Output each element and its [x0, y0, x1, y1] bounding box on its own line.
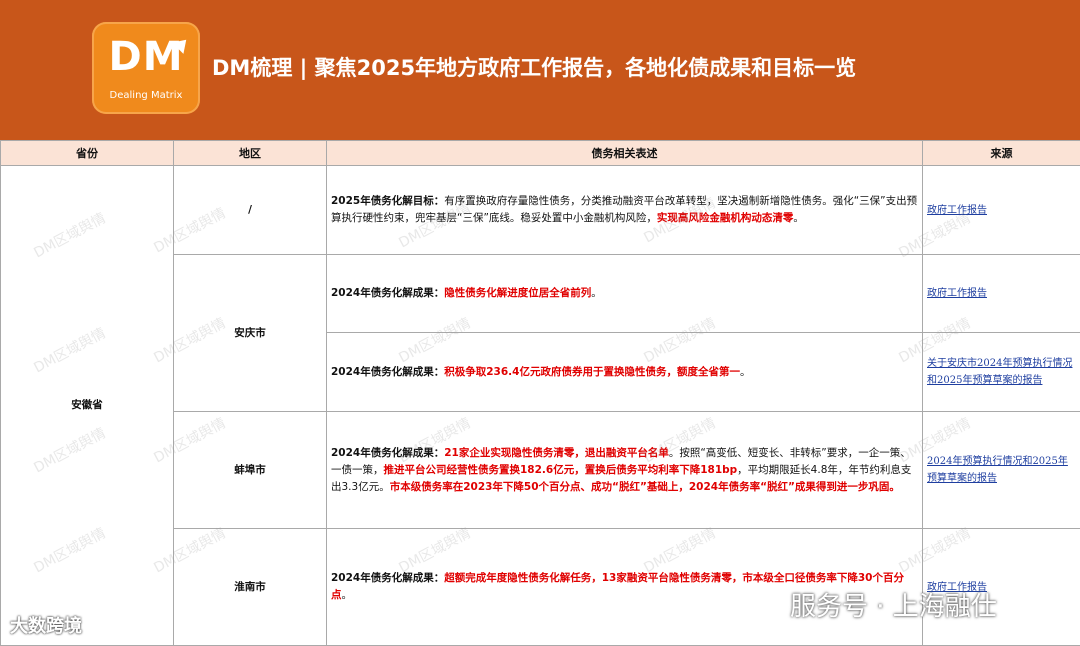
- province-cell: 安徽省: [1, 166, 174, 646]
- wechat-service-watermark: 服务号 · 上海融仕: [752, 586, 997, 623]
- source-cell: 政府工作报告: [923, 255, 1080, 333]
- table-row: 安徽省 / 2025年债务化解目标：有序置换政府存量隐性债务，分类推动融资平台改…: [1, 166, 1080, 255]
- source-link[interactable]: 政府工作报告: [927, 288, 987, 299]
- description-tail: 。: [591, 287, 602, 299]
- description-tail: 。: [793, 212, 804, 224]
- description-highlight: 推进平台公司经营性债务置换182.6亿元，置换后债务平均利率下降181bp: [384, 464, 738, 476]
- description-label: 2024年债务化解成果：: [331, 366, 444, 378]
- source-cell: 2024年预算执行情况和2025年预算草案的报告: [923, 412, 1080, 529]
- source-link[interactable]: 2024年预算执行情况和2025年预算草案的报告: [927, 456, 1068, 484]
- region-cell: 安庆市: [174, 255, 327, 412]
- description-label: 2024年债务化解成果：: [331, 447, 444, 459]
- header-banner: DM Dealing Matrix DM梳理 | 聚焦2025年地方政府工作报告…: [0, 0, 1080, 140]
- description-highlight: 市本级债务率在2023年下降50个百分点、成功“脱红”基础上，2024年债务率“…: [390, 481, 900, 493]
- description-highlight: 积极争取236.4亿元政府债券用于置换隐性债务，额度全省第一: [444, 366, 740, 378]
- region-cell: 淮南市: [174, 529, 327, 646]
- dm-logo: DM Dealing Matrix: [92, 22, 200, 114]
- header-source: 来源: [923, 141, 1080, 166]
- description-cell: 2024年债务化解成果：21家企业实现隐性债务清零，退出融资平台名单。按照“高变…: [327, 412, 923, 529]
- bottom-left-watermark: 大数跨境: [10, 612, 82, 638]
- region-cell: /: [174, 166, 327, 255]
- table-header-row: 省份 地区 债务相关表述 来源: [1, 141, 1080, 166]
- description-highlight: 实现高风险金融机构动态清零: [657, 212, 794, 224]
- description-highlight: 隐性债务化解进度位居全省前列: [444, 287, 591, 299]
- bottom-left-text: 大数跨境: [10, 616, 82, 637]
- description-label: 2024年债务化解成果：: [331, 287, 444, 299]
- description-tail: 。: [342, 589, 353, 601]
- logo-subtitle: Dealing Matrix: [92, 90, 200, 101]
- debt-table: 省份 地区 债务相关表述 来源 安徽省 / 2025年债务化解目标：有序置换政府…: [0, 140, 1080, 646]
- source-cell: 关于安庆市2024年预算执行情况和2025年预算草案的报告: [923, 333, 1080, 412]
- wechat-icon: [752, 594, 784, 618]
- bottom-right-text: 服务号 · 上海融仕: [790, 592, 997, 622]
- header-description: 债务相关表述: [327, 141, 923, 166]
- page-title: DM梳理 | 聚焦2025年地方政府工作报告，各地化债成果和目标一览: [212, 52, 856, 82]
- header-region: 地区: [174, 141, 327, 166]
- description-cell: 2024年债务化解成果：积极争取236.4亿元政府债券用于置换隐性债务，额度全省…: [327, 333, 923, 412]
- description-tail: 。: [740, 366, 751, 378]
- description-label: 2025年债务化解目标：: [331, 195, 444, 207]
- description-cell: 2025年债务化解目标：有序置换政府存量隐性债务，分类推动融资平台改革转型，坚决…: [327, 166, 923, 255]
- source-link[interactable]: 关于安庆市2024年预算执行情况和2025年预算草案的报告: [927, 358, 1072, 386]
- region-cell: 蚌埠市: [174, 412, 327, 529]
- description-cell: 2024年债务化解成果：隐性债务化解进度位居全省前列。: [327, 255, 923, 333]
- description-highlight: 21家企业实现隐性债务清零，退出融资平台名单: [444, 447, 669, 459]
- source-link[interactable]: 政府工作报告: [927, 205, 987, 216]
- source-cell: 政府工作报告: [923, 166, 1080, 255]
- header-province: 省份: [1, 141, 174, 166]
- description-label: 2024年债务化解成果：: [331, 572, 444, 584]
